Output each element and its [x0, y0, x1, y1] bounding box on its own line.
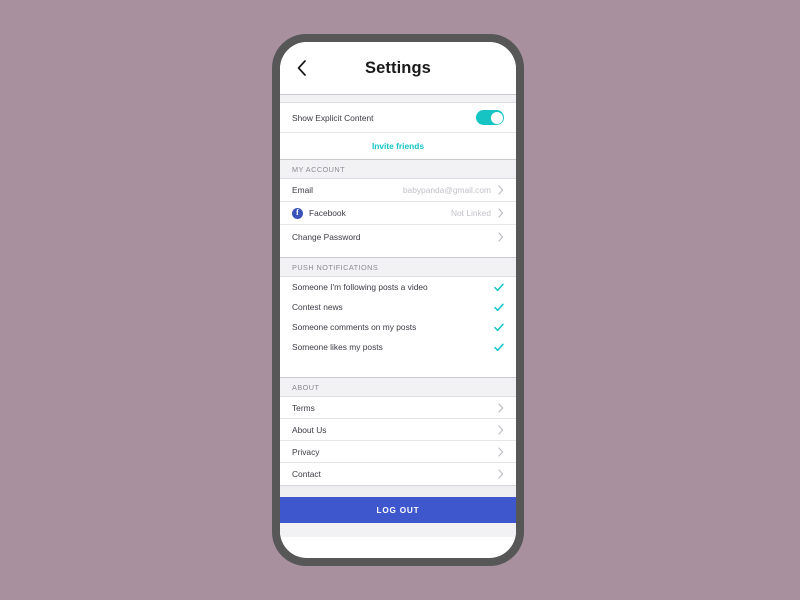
section-header-push-notifications: PUSH NOTIFICATIONS	[280, 257, 516, 277]
notify-comments-label: Someone comments on my posts	[292, 322, 417, 332]
gap-after-my-account	[280, 248, 516, 257]
check-icon[interactable]	[493, 282, 504, 293]
top-gap-band	[280, 94, 516, 103]
notify-likes-label: Someone likes my posts	[292, 342, 383, 352]
nav-bar: Settings	[280, 42, 516, 94]
check-icon[interactable]	[493, 322, 504, 333]
row-notify-following-video[interactable]: Someone I'm following posts a video	[280, 277, 516, 297]
notify-following-video-label: Someone I'm following posts a video	[292, 282, 428, 292]
page-title: Settings	[365, 58, 431, 77]
chevron-right-icon[interactable]	[497, 231, 504, 242]
row-notify-likes[interactable]: Someone likes my posts	[280, 337, 516, 357]
row-contact[interactable]: Contact	[280, 463, 516, 485]
show-explicit-content-label: Show Explicit Content	[292, 112, 374, 123]
row-about-us[interactable]: About Us	[280, 419, 516, 441]
row-notify-comments[interactable]: Someone comments on my posts	[280, 317, 516, 337]
logout-label: LOG OUT	[376, 505, 420, 515]
email-value: babypanda@gmail.com	[402, 185, 491, 195]
facebook-icon: f	[292, 207, 303, 219]
row-notify-contest-news[interactable]: Contest news	[280, 297, 516, 317]
change-password-label: Change Password	[292, 231, 361, 242]
toggle-knob	[490, 111, 503, 124]
facebook-label: Facebook	[309, 208, 346, 218]
row-terms[interactable]: Terms	[280, 397, 516, 419]
gap-after-notifications	[280, 357, 516, 377]
privacy-label: Privacy	[292, 446, 320, 457]
row-email[interactable]: Email babypanda@gmail.com	[280, 179, 516, 202]
chevron-left-icon	[297, 60, 306, 76]
back-button[interactable]	[290, 55, 312, 81]
phone-frame: Settings Show Explicit Content Invite fr…	[272, 34, 524, 566]
check-icon[interactable]	[493, 342, 504, 353]
show-explicit-content-toggle[interactable]	[476, 110, 504, 125]
row-privacy[interactable]: Privacy	[280, 441, 516, 463]
chevron-right-icon[interactable]	[497, 185, 504, 196]
contact-label: Contact	[292, 469, 321, 479]
about-us-label: About Us	[292, 424, 327, 435]
home-indicator-area	[280, 523, 516, 537]
settings-list[interactable]: Show Explicit Content Invite friends MY …	[280, 94, 516, 556]
email-label: Email	[292, 185, 313, 195]
logout-button[interactable]: LOG OUT	[280, 497, 516, 523]
row-show-explicit-content[interactable]: Show Explicit Content	[280, 103, 516, 133]
chevron-right-icon[interactable]	[497, 469, 504, 480]
chevron-right-icon[interactable]	[497, 208, 504, 219]
check-icon[interactable]	[493, 302, 504, 313]
invite-friends-link[interactable]: Invite friends	[372, 141, 424, 151]
notify-contest-news-label: Contest news	[292, 302, 343, 312]
chevron-right-icon[interactable]	[497, 446, 504, 457]
logout-gap-strip	[280, 485, 516, 497]
facebook-value: Not Linked	[450, 208, 491, 218]
row-invite-friends[interactable]: Invite friends	[280, 133, 516, 159]
terms-label: Terms	[292, 402, 315, 413]
chevron-right-icon[interactable]	[497, 402, 504, 413]
section-header-about: ABOUT	[280, 377, 516, 397]
section-header-my-account: MY ACCOUNT	[280, 159, 516, 179]
row-change-password[interactable]: Change Password	[280, 225, 516, 248]
row-facebook[interactable]: f Facebook Not Linked	[280, 202, 516, 225]
chevron-right-icon[interactable]	[497, 424, 504, 435]
phone-screen: Settings Show Explicit Content Invite fr…	[280, 42, 516, 558]
